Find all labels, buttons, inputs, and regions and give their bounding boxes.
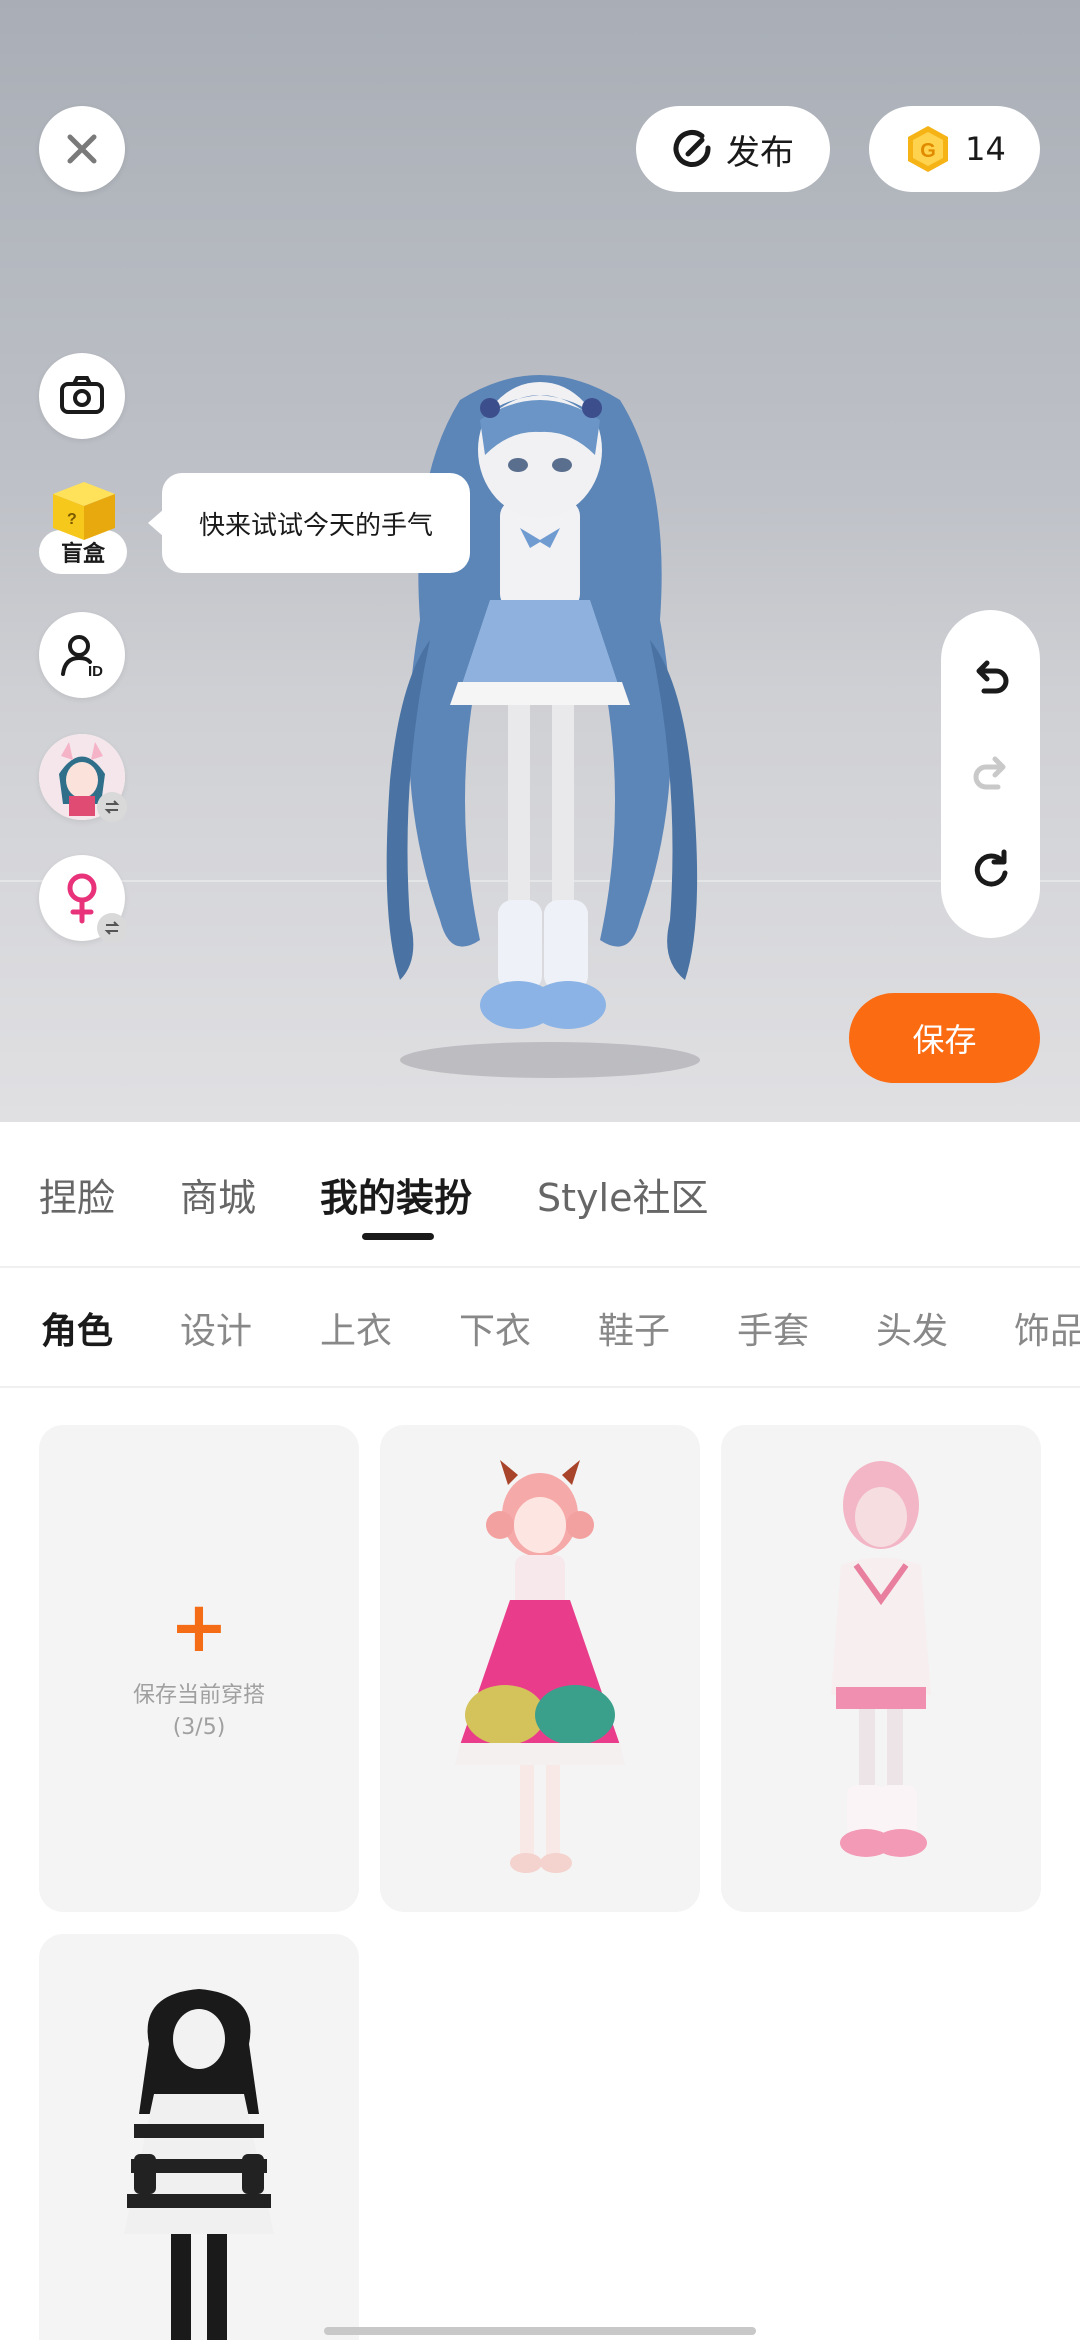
close-button[interactable] (39, 106, 125, 192)
undo-icon[interactable] (968, 655, 1014, 701)
avatar-swap-badge (97, 792, 127, 822)
tab-shop[interactable]: 商城 (180, 1167, 256, 1222)
home-indicator (324, 2327, 756, 2335)
tab-my-outfits[interactable]: 我的装扮 (320, 1167, 472, 1222)
main-tab-bar: 捏脸 商城 我的装扮 Style社区 (0, 1122, 1080, 1268)
camera-icon (60, 376, 104, 414)
gender-swap-badge (97, 913, 127, 943)
outfit-card[interactable] (380, 1425, 700, 1912)
edit-history-panel (941, 610, 1040, 938)
subtab-design[interactable]: 设计 (180, 1302, 252, 1354)
publish-button[interactable]: 发布 (636, 106, 830, 192)
svg-text:ID: ID (88, 663, 103, 680)
save-outfit-label: 保存当前穿搭 (132, 1683, 265, 1708)
save-current-outfit-card[interactable]: + 保存当前穿搭 (3/5) (39, 1425, 359, 1912)
coin-icon: G (908, 126, 949, 172)
outfit-thumbnail (831, 1461, 931, 1857)
subtab-tops[interactable]: 上衣 (320, 1302, 392, 1354)
save-button[interactable]: 保存 (849, 993, 1040, 1083)
coin-balance-button[interactable]: G 14 (869, 106, 1040, 192)
avatar-model[interactable] (340, 360, 740, 1080)
female-icon (67, 873, 97, 924)
tab-face[interactable]: 捏脸 (39, 1167, 115, 1222)
redo-icon[interactable] (968, 751, 1014, 797)
coin-count: 14 (965, 130, 1006, 168)
gender-switch-button[interactable] (39, 855, 127, 943)
subtab-gloves[interactable]: 手套 (737, 1302, 809, 1354)
category-tab-bar[interactable]: 角色 设计 上衣 下衣 鞋子 手套 头发 饰品 (0, 1268, 1080, 1388)
subtab-accessories[interactable]: 饰品 (1014, 1302, 1080, 1354)
save-outfit-count: (3/5) (172, 1715, 226, 1740)
outfit-thumbnail (455, 1460, 625, 1873)
publish-icon (673, 130, 711, 167)
avatar-id-icon: ID (61, 635, 103, 680)
blindbox-label: 盲盒 (60, 542, 105, 567)
outfit-card[interactable] (721, 1425, 1041, 1912)
avatar-id-button[interactable]: ID (39, 612, 125, 698)
subtab-bottoms[interactable]: 下衣 (459, 1302, 531, 1354)
svg-text:G: G (920, 140, 936, 162)
outfit-thumbnail (124, 1989, 274, 2340)
avatar-stage[interactable]: 发布 G 14 ? 盲盒 快来试试今天的手气 ID 保存 (0, 0, 1080, 1122)
plus-icon: + (169, 1586, 229, 1668)
subtab-shoes[interactable]: 鞋子 (598, 1302, 670, 1354)
close-icon (67, 134, 97, 164)
blindbox-icon: ? (53, 482, 115, 540)
blindbox-button[interactable]: ? 盲盒 (39, 478, 127, 578)
swap-icon (104, 921, 120, 935)
reset-icon[interactable] (968, 847, 1014, 893)
svg-text:?: ? (67, 511, 77, 528)
active-tab-indicator (362, 1233, 434, 1240)
camera-button[interactable] (39, 353, 125, 439)
outfit-card[interactable] (39, 1934, 359, 2340)
subtab-hair[interactable]: 头发 (876, 1302, 948, 1354)
tab-style-community[interactable]: Style社区 (537, 1167, 708, 1222)
swap-icon (104, 800, 120, 814)
blindbox-tooltip: 快来试试今天的手气 (148, 473, 470, 573)
subtab-character[interactable]: 角色 (41, 1302, 113, 1354)
avatar-switch-button[interactable] (39, 734, 127, 822)
publish-label: 发布 (726, 132, 794, 173)
